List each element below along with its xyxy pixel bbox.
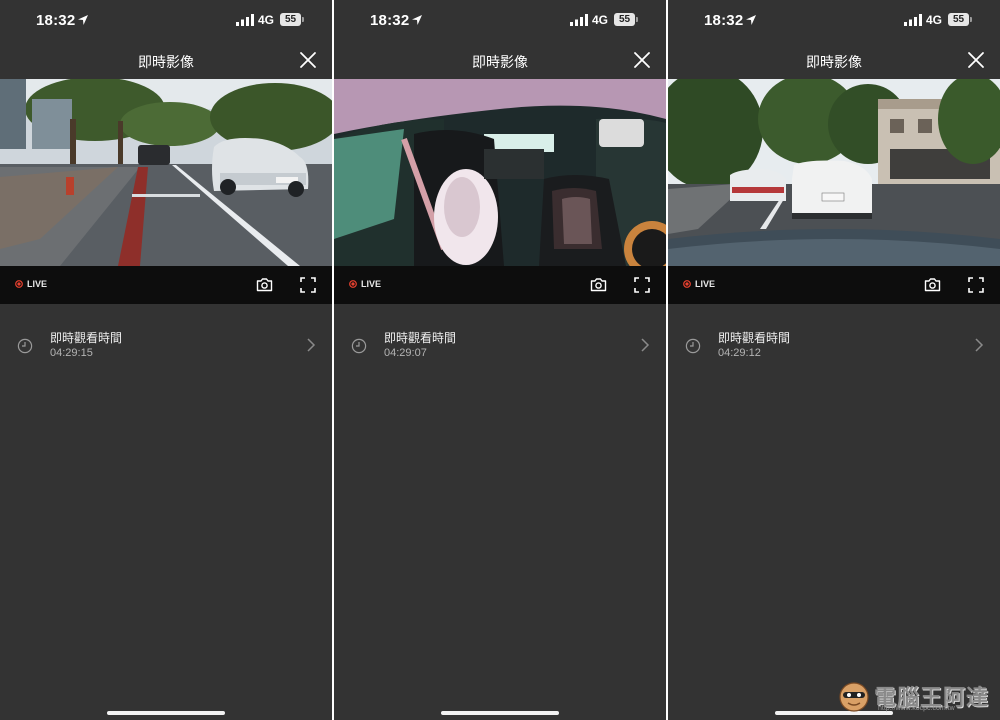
rear-camera-frame bbox=[668, 79, 1000, 266]
player-controls: LIVE bbox=[668, 266, 1000, 304]
row-label: 即時觀看時間 bbox=[50, 331, 123, 345]
fullscreen-icon[interactable] bbox=[968, 277, 984, 293]
live-indicator: LIVE bbox=[683, 279, 715, 289]
live-view-time-row[interactable]: 即時觀看時間 04:29:15 bbox=[0, 320, 332, 370]
location-arrow-icon bbox=[746, 15, 756, 25]
network-type: 4G bbox=[926, 13, 943, 27]
clock-icon bbox=[685, 338, 701, 354]
row-time: 04:29:12 bbox=[718, 347, 761, 359]
camera-icon[interactable] bbox=[924, 277, 941, 292]
screenshot-composite: 18:32 4G 55 即時影像 LIVE 即時觀看時間 04:29:15 18… bbox=[0, 0, 1000, 720]
close-icon[interactable] bbox=[632, 50, 652, 70]
row-time: 04:29:15 bbox=[50, 347, 93, 359]
chevron-right-icon bbox=[975, 338, 984, 352]
live-view-time-row[interactable]: 即時觀看時間 04:29:12 bbox=[668, 320, 1000, 370]
header: 即時影像 bbox=[668, 44, 1000, 78]
live-indicator: LIVE bbox=[349, 279, 381, 289]
player-controls: LIVE bbox=[0, 266, 332, 304]
page-title: 即時影像 bbox=[472, 54, 528, 70]
status-time: 18:32 bbox=[36, 12, 76, 29]
battery-level: 55 bbox=[948, 13, 969, 26]
status-time: 18:32 bbox=[704, 12, 744, 29]
battery-icon: 55 bbox=[614, 13, 638, 26]
clock-icon bbox=[17, 338, 33, 354]
close-icon[interactable] bbox=[298, 50, 318, 70]
watermark: 電腦王阿達 http://www.kocpc.com.tw bbox=[834, 676, 994, 716]
live-indicator: LIVE bbox=[15, 279, 47, 289]
phone-screen-2: 18:32 4G 55 即時影像 LIVE 即時觀看時間 04:29:07 bbox=[334, 0, 666, 720]
front-camera-frame bbox=[0, 79, 332, 266]
battery-icon: 55 bbox=[280, 13, 304, 26]
page-title: 即時影像 bbox=[806, 54, 862, 70]
fullscreen-icon[interactable] bbox=[634, 277, 650, 293]
page-title: 即時影像 bbox=[138, 54, 194, 70]
live-dot-icon bbox=[15, 280, 23, 288]
signal-bars-icon bbox=[570, 14, 588, 26]
fullscreen-icon[interactable] bbox=[300, 277, 316, 293]
signal-bars-icon bbox=[904, 14, 922, 26]
clock-icon bbox=[351, 338, 367, 354]
chevron-right-icon bbox=[307, 338, 316, 352]
header: 即時影像 bbox=[0, 44, 332, 78]
mascot-logo-icon bbox=[839, 682, 869, 712]
status-bar: 18:32 4G 55 bbox=[0, 0, 332, 40]
signal-bars-icon bbox=[236, 14, 254, 26]
status-bar: 18:32 4G 55 bbox=[334, 0, 666, 40]
home-indicator[interactable] bbox=[441, 711, 559, 715]
network-type: 4G bbox=[258, 13, 275, 27]
battery-level: 55 bbox=[280, 13, 301, 26]
live-label: LIVE bbox=[361, 279, 382, 289]
live-video-front[interactable] bbox=[0, 79, 332, 266]
status-bar: 18:32 4G 55 bbox=[668, 0, 1000, 40]
camera-icon[interactable] bbox=[256, 277, 273, 292]
close-icon[interactable] bbox=[966, 50, 986, 70]
live-label: LIVE bbox=[695, 279, 716, 289]
home-indicator[interactable] bbox=[107, 711, 225, 715]
row-label: 即時觀看時間 bbox=[718, 331, 791, 345]
header: 即時影像 bbox=[334, 44, 666, 78]
live-video-cabin[interactable] bbox=[334, 79, 666, 266]
live-label: LIVE bbox=[27, 279, 48, 289]
chevron-right-icon bbox=[641, 338, 650, 352]
network-type: 4G bbox=[592, 13, 609, 27]
cabin-camera-frame bbox=[334, 79, 666, 266]
battery-level: 55 bbox=[614, 13, 635, 26]
player-controls: LIVE bbox=[334, 266, 666, 304]
status-time: 18:32 bbox=[370, 12, 410, 29]
location-arrow-icon bbox=[412, 15, 422, 25]
row-label: 即時觀看時間 bbox=[384, 331, 457, 345]
live-dot-icon bbox=[683, 280, 691, 288]
row-time: 04:29:07 bbox=[384, 347, 427, 359]
live-view-time-row[interactable]: 即時觀看時間 04:29:07 bbox=[334, 320, 666, 370]
live-dot-icon bbox=[349, 280, 357, 288]
watermark-url: http://www.kocpc.com.tw bbox=[878, 705, 955, 712]
live-video-rear[interactable] bbox=[668, 79, 1000, 266]
camera-icon[interactable] bbox=[590, 277, 607, 292]
phone-screen-3: 18:32 4G 55 即時影像 LIVE 即時觀看時間 04:29:12 電腦… bbox=[668, 0, 1000, 720]
phone-screen-1: 18:32 4G 55 即時影像 LIVE 即時觀看時間 04:29:15 bbox=[0, 0, 332, 720]
battery-icon: 55 bbox=[948, 13, 972, 26]
location-arrow-icon bbox=[78, 15, 88, 25]
